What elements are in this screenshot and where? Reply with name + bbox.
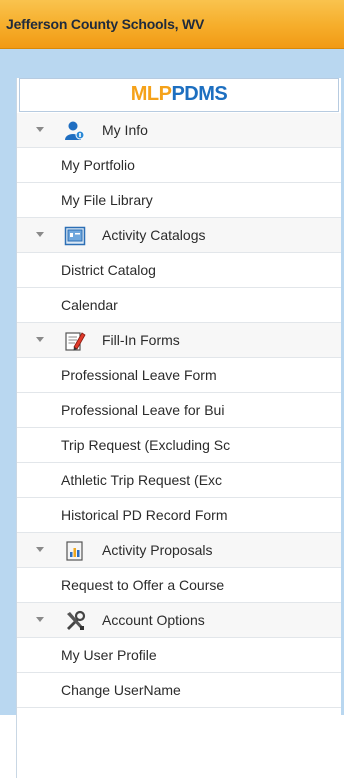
nav-menu: My Info My Portfolio My File Library Act…	[17, 113, 341, 708]
district-title: Jefferson County Schools, WV	[6, 16, 205, 32]
menu-item-trip-request[interactable]: Trip Request (Excluding Sc	[17, 428, 341, 463]
nav-panel: MLPPDMS My Info My Portfolio My File Lib…	[16, 78, 341, 778]
form-pencil-icon	[64, 330, 86, 352]
tools-icon	[64, 610, 86, 632]
menu-item-athletic-trip-request[interactable]: Athletic Trip Request (Exc	[17, 463, 341, 498]
chevron-down-icon[interactable]	[36, 232, 44, 237]
chevron-down-icon[interactable]	[36, 547, 44, 552]
menu-item-district-catalog[interactable]: District Catalog	[17, 253, 341, 288]
menu-group-label: Activity Proposals	[102, 542, 213, 558]
chevron-down-icon[interactable]	[36, 127, 44, 132]
menu-group-fill-in-forms[interactable]: Fill-In Forms	[17, 323, 341, 358]
menu-group-label: My Info	[102, 122, 148, 138]
menu-item-my-user-profile[interactable]: My User Profile	[17, 638, 341, 673]
proposal-chart-icon	[64, 540, 86, 562]
menu-item-professional-leave-for-bui[interactable]: Professional Leave for Bui	[17, 393, 341, 428]
app-header: Jefferson County Schools, WV	[0, 0, 344, 49]
menu-item-professional-leave-form[interactable]: Professional Leave Form	[17, 358, 341, 393]
menu-group-my-info[interactable]: My Info	[17, 113, 341, 148]
logo-bar: MLPPDMS	[19, 78, 339, 112]
menu-group-label: Activity Catalogs	[102, 227, 206, 243]
menu-item-request-to-offer-a-course[interactable]: Request to Offer a Course	[17, 568, 341, 603]
menu-item-historical-pd-record-form[interactable]: Historical PD Record Form	[17, 498, 341, 533]
menu-group-account-options[interactable]: Account Options	[17, 603, 341, 638]
sidebar-frame: MLPPDMS My Info My Portfolio My File Lib…	[0, 49, 344, 778]
menu-group-activity-catalogs[interactable]: Activity Catalogs	[17, 218, 341, 253]
user-icon	[64, 120, 86, 142]
menu-item-my-file-library[interactable]: My File Library	[17, 183, 341, 218]
chevron-down-icon[interactable]	[36, 337, 44, 342]
chevron-down-icon[interactable]	[36, 617, 44, 622]
menu-group-label: Account Options	[102, 612, 205, 628]
menu-item-my-portfolio[interactable]: My Portfolio	[17, 148, 341, 183]
menu-group-label: Fill-In Forms	[102, 332, 180, 348]
menu-item-change-username[interactable]: Change UserName	[17, 673, 341, 708]
menu-group-activity-proposals[interactable]: Activity Proposals	[17, 533, 341, 568]
mlp-pdms-logo[interactable]: MLPPDMS	[131, 83, 228, 106]
menu-item-calendar[interactable]: Calendar	[17, 288, 341, 323]
catalog-icon	[64, 225, 86, 247]
